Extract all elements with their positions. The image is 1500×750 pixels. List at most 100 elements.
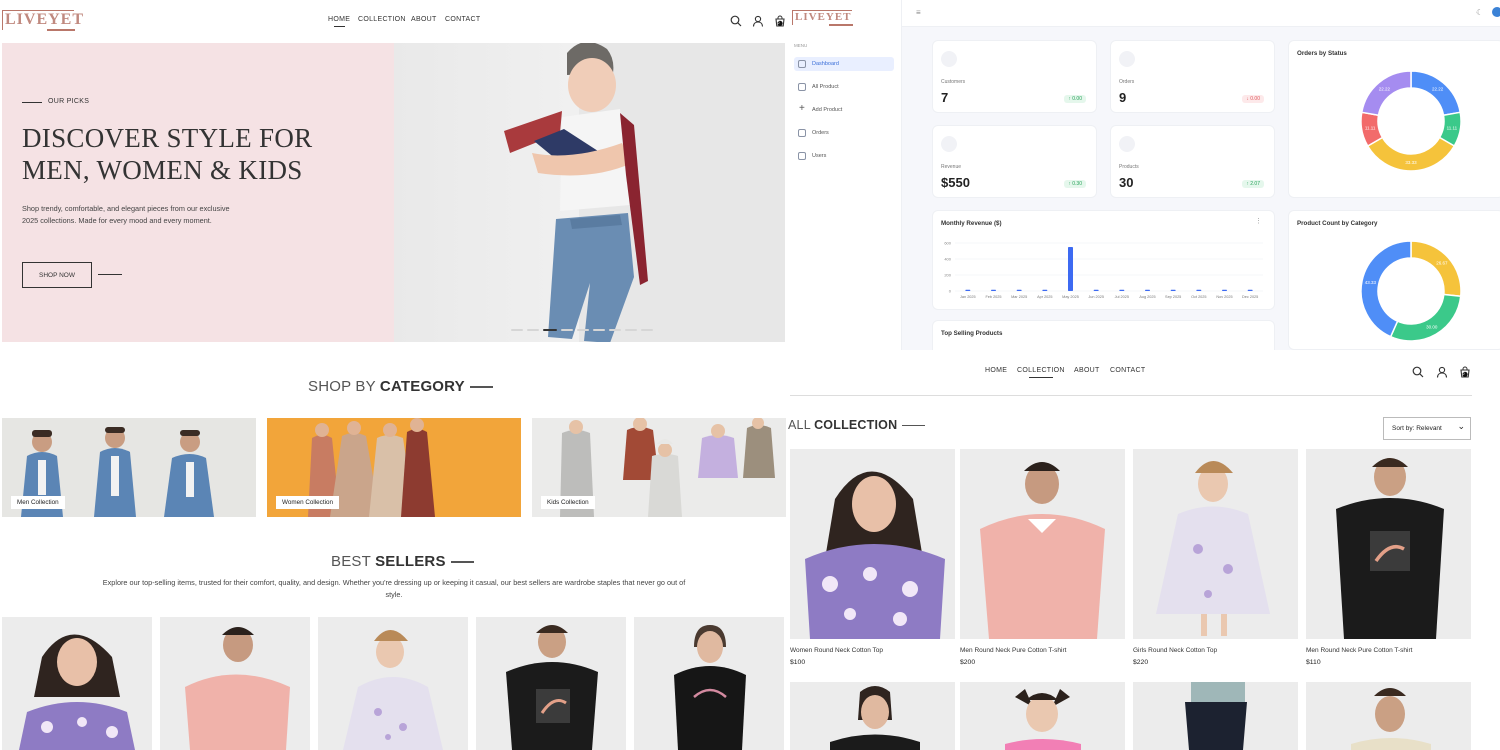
product-name[interactable]: Men Round Neck Pure Cotton T-shirt [1306,647,1412,654]
revenue-icon [941,136,957,152]
carousel-dot[interactable] [641,329,653,331]
revenue-bar[interactable] [1016,289,1022,291]
revenue-bar[interactable] [1093,289,1099,291]
revenue-bar[interactable] [1119,289,1125,291]
revenue-bar[interactable] [1222,289,1227,291]
product-card[interactable] [1133,682,1298,750]
trend-badge: ↓ 0.00 [1242,95,1264,103]
admin-logo[interactable]: LIVEYET [792,10,853,26]
user-icon[interactable] [752,15,764,27]
donut-slice[interactable] [1360,240,1412,338]
slice-label: 43.33 [1365,280,1377,285]
nav-collection[interactable]: COLLECTION [358,16,406,23]
carousel-dot[interactable] [527,329,539,331]
women-black-tee-photo [674,625,746,750]
product-card[interactable] [790,682,955,750]
sort-select[interactable]: Sort by: Relevant [1383,417,1471,440]
sidebar-item-label: Users [812,153,827,159]
box-icon [1119,51,1135,67]
sidebar-item-add-product[interactable]: + Add Product [794,103,894,117]
nav-home[interactable]: HOME [328,16,350,27]
category-label-men[interactable]: Men Collection [11,496,65,509]
admin-topbar: ≡ ☾ [902,0,1500,27]
carousel-dot[interactable] [561,329,573,331]
cart-icon[interactable] [1459,366,1471,378]
carousel-dot[interactable] [577,329,589,331]
user-icon[interactable] [1436,366,1448,378]
product-card[interactable] [1133,449,1298,639]
sidebar-item-orders[interactable]: Orders [794,126,894,140]
black-puma-tee-photo [506,625,598,750]
shop-now-button[interactable]: SHOP NOW [22,262,92,288]
nav-contact[interactable]: CONTACT [1110,367,1145,374]
product-name[interactable]: Girls Round Neck Cotton Top [1133,647,1217,654]
revenue-bar[interactable] [991,289,996,291]
nav-about[interactable]: ABOUT [411,16,437,23]
carousel-dot-active[interactable] [543,329,557,331]
category-card-kids[interactable]: Kids Collection [532,418,786,517]
revenue-bar[interactable] [1170,289,1176,291]
category-card-men[interactable]: Men Collection [2,418,256,517]
collection-page-panel: HOME COLLECTION ABOUT CONTACT 0 ALL COLL… [786,350,1500,750]
hero-tag: OUR PICKS [21,98,90,105]
carousel-dot[interactable] [511,329,523,331]
bestseller-card[interactable] [160,617,310,750]
slice-label: 11.11 [1365,126,1376,131]
floral-top-photo [805,471,945,639]
more-options-icon[interactable]: ⋮ [1255,217,1262,225]
sidebar-item-users[interactable]: Users [794,149,894,163]
stat-card-products: Products 30 ↑ 2.07 [1110,125,1275,198]
carousel-dot[interactable] [609,329,621,331]
category-card-women[interactable]: Women Collection [267,418,521,517]
bestseller-card[interactable] [634,617,784,750]
divider [98,274,122,275]
product-name[interactable]: Men Round Neck Pure Cotton T-shirt [960,647,1066,654]
category-label-kids[interactable]: Kids Collection [541,496,595,509]
product-name[interactable]: Women Round Neck Cotton Top [790,647,883,654]
nav-home[interactable]: HOME [985,367,1007,374]
nav-contact[interactable]: CONTACT [445,16,480,23]
bestseller-card[interactable] [318,617,468,750]
hero-text-panel [2,43,394,342]
nav-about[interactable]: ABOUT [1074,367,1100,374]
sidebar-item-dashboard[interactable]: Dashboard [794,57,894,71]
avatar[interactable] [1492,7,1500,17]
category-section-title: SHOP BY CATEGORY [308,378,493,395]
menu-toggle-icon[interactable]: ≡ [916,8,921,17]
search-icon[interactable] [730,15,742,27]
donut-slice[interactable] [1366,136,1456,172]
x-tick-label: Mar 2025 [1011,295,1027,299]
carousel-dot[interactable] [625,329,637,331]
trend-badge: ↑ 0.00 [1064,95,1086,103]
revenue-bar[interactable] [1247,289,1253,291]
revenue-bar[interactable] [1196,289,1202,291]
stat-value: 7 [941,90,949,105]
moon-icon[interactable]: ☾ [1476,8,1483,17]
boy-in-plaid-photo [504,41,786,343]
revenue-bar[interactable] [1042,289,1048,291]
product-card[interactable] [960,682,1125,750]
revenue-bar[interactable] [1145,289,1150,291]
cart-icon[interactable] [774,15,786,27]
bestseller-card[interactable] [2,617,152,750]
slice-label: 22.22 [1432,87,1444,92]
search-icon[interactable] [1412,366,1424,378]
product-card[interactable] [1306,682,1471,750]
product-card[interactable] [960,449,1125,639]
revenue-bar[interactable] [965,289,971,291]
sidebar-item-all-product[interactable]: All Product [794,80,894,94]
category-label-women[interactable]: Women Collection [276,496,339,509]
carousel-dot[interactable] [593,329,605,331]
product-card[interactable] [1306,449,1471,639]
logo[interactable]: LIVEYET [2,10,83,31]
donut-slice[interactable] [1410,70,1462,117]
donut-slice[interactable] [1389,293,1462,342]
customers-icon [941,51,957,67]
donut-slice[interactable] [1410,240,1462,298]
nav-collection[interactable]: COLLECTION [1017,367,1065,378]
donut-slice[interactable] [1360,70,1412,117]
product-card[interactable] [790,449,955,639]
x-tick-label: Jun 2025 [1088,295,1104,299]
revenue-bar[interactable] [1068,247,1073,291]
bestseller-card[interactable] [476,617,626,750]
